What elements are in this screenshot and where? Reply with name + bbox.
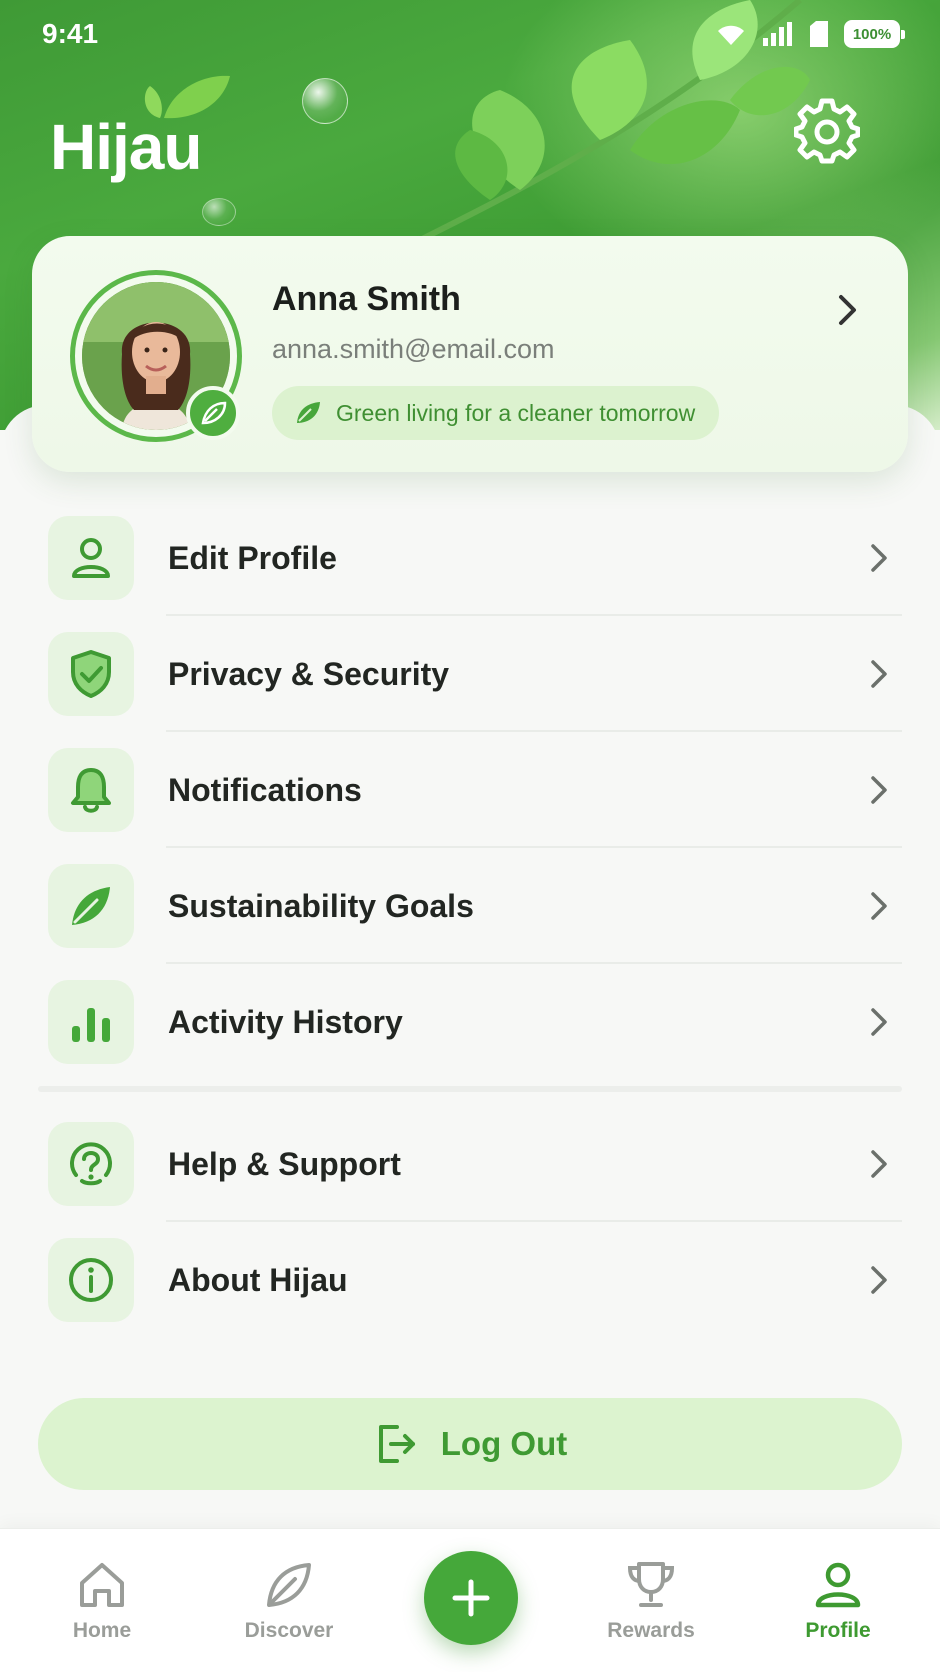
avatar-leaf-badge <box>186 386 240 440</box>
menu-icon-tile <box>48 748 134 832</box>
leaf-outline-icon <box>267 1563 311 1607</box>
chevron-right-icon <box>871 1266 887 1294</box>
menu-item-label: About Hijau <box>168 1261 348 1298</box>
menu-icon-tile <box>48 1238 134 1322</box>
chevron-right-icon <box>871 776 887 804</box>
nav-label: Discover <box>244 1619 334 1642</box>
menu-item-about[interactable]: About Hijau <box>38 1222 902 1338</box>
trophy-icon <box>627 1562 675 1607</box>
chevron-right-icon <box>871 544 887 572</box>
profile-card[interactable]: Anna Smith anna.smith@email.com Green li… <box>32 236 908 472</box>
menu-item-help-support[interactable]: Help & Support <box>38 1106 902 1222</box>
menu-item-edit-profile[interactable]: Edit Profile <box>38 500 902 616</box>
app-name: Hijau <box>50 111 202 183</box>
menu-icon-tile <box>48 980 134 1064</box>
app-logo: Hijau <box>50 70 270 183</box>
menu-item-label: Help & Support <box>168 1145 401 1182</box>
chevron-right-icon <box>871 1150 887 1178</box>
bottom-navigation: Home Discover Rewards Profile <box>0 1528 940 1672</box>
add-button[interactable] <box>424 1551 518 1645</box>
battery-indicator: 100% <box>844 20 905 48</box>
nav-label: Home <box>72 1619 132 1642</box>
menu-item-label: Edit Profile <box>168 539 337 576</box>
menu-item-privacy-security[interactable]: Privacy & Security <box>38 616 902 732</box>
status-time: 9:41 <box>42 18 99 49</box>
nav-item-rewards[interactable]: Rewards <box>581 1559 721 1643</box>
menu-item-label: Activity History <box>168 1003 403 1040</box>
person-icon <box>815 1562 861 1608</box>
chevron-right-icon <box>871 660 887 688</box>
nav-label: Rewards <box>607 1619 695 1642</box>
nav-item-profile[interactable]: Profile <box>768 1559 908 1643</box>
tagline-badge: Green living for a cleaner tomorrow <box>272 386 720 440</box>
help-circle-icon <box>70 1142 112 1186</box>
profile-email: anna.smith@email.com <box>272 334 555 364</box>
nav-item-discover[interactable]: Discover <box>219 1559 359 1643</box>
shield-check-icon <box>71 650 111 698</box>
menu-icon-tile <box>48 516 134 600</box>
leaf-icon <box>297 402 320 423</box>
wifi-icon <box>718 25 744 45</box>
nav-label: Profile <box>805 1619 871 1642</box>
menu-icon-tile <box>48 632 134 716</box>
signal-icon <box>763 22 792 46</box>
bar-chart-icon <box>72 1008 110 1042</box>
menu-item-sustainability-goals[interactable]: Sustainability Goals <box>38 848 902 964</box>
water-bubble <box>302 78 348 124</box>
menu-item-label: Notifications <box>168 771 362 808</box>
info-circle-icon <box>69 1258 113 1302</box>
menu-item-activity-history[interactable]: Activity History <box>38 964 902 1080</box>
chevron-right-icon <box>871 892 887 920</box>
section-separator <box>38 1080 902 1106</box>
menu-item-label: Privacy & Security <box>168 655 450 692</box>
settings-menu: Edit Profile Privacy & Security Notifica… <box>38 500 902 1338</box>
home-icon <box>80 1563 124 1607</box>
bell-icon <box>71 768 111 813</box>
leaf-badge-icon <box>201 401 227 425</box>
nav-item-home[interactable]: Home <box>32 1559 172 1643</box>
chevron-right-icon <box>839 295 856 325</box>
menu-icon-tile <box>48 864 134 948</box>
menu-icon-tile <box>48 1122 134 1206</box>
leaf-icon <box>72 887 110 925</box>
plus-icon <box>452 1579 490 1617</box>
gear-icon <box>794 98 860 164</box>
menu-item-label: Sustainability Goals <box>168 887 474 924</box>
logout-button[interactable]: Log Out <box>38 1398 902 1490</box>
user-icon <box>72 538 110 578</box>
battery-level: 100% <box>852 25 892 43</box>
logout-icon <box>378 1425 415 1463</box>
profile-name: Anna Smith <box>272 280 461 318</box>
menu-item-notifications[interactable]: Notifications <box>38 732 902 848</box>
status-icons: 100% <box>714 20 905 48</box>
logout-label: Log Out <box>440 1425 568 1462</box>
tagline-text: Green living for a cleaner tomorrow <box>336 399 696 426</box>
water-bubble <box>202 198 236 226</box>
chevron-right-icon <box>871 1008 887 1036</box>
settings-button[interactable] <box>792 96 862 166</box>
status-bar: 9:41 100% <box>0 0 940 72</box>
sim-icon <box>810 21 828 47</box>
